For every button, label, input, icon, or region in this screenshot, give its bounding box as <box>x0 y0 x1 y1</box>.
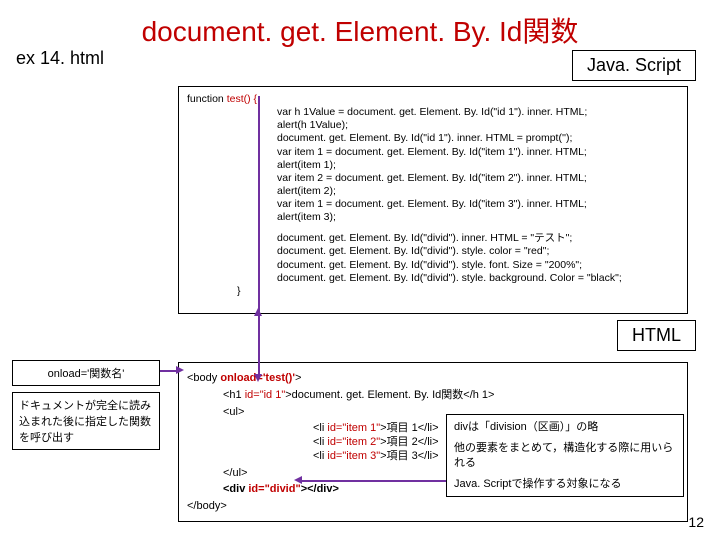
code-line: alert(item 3); <box>187 211 679 224</box>
arrow-head-icon <box>176 366 184 374</box>
code-text: } <box>187 285 241 297</box>
code-line: document. get. Element. By. Id("divid").… <box>187 259 679 272</box>
code-line: document. get. Element. By. Id("divid").… <box>187 245 679 258</box>
flow-arrow <box>160 370 162 372</box>
code-line: document. get. Element. By. Id("divid").… <box>187 232 679 245</box>
code-text: test() { <box>227 93 257 105</box>
flow-arrow <box>300 480 446 482</box>
filename-label: ex 14. html <box>16 48 104 69</box>
code-line: var h 1Value = document. get. Element. B… <box>187 106 679 119</box>
code-line: alert(item 1); <box>187 159 679 172</box>
code-line: var item 1 = document. get. Element. By.… <box>187 198 679 211</box>
code-line: <h1 id="id 1">document. get. Element. By… <box>187 389 679 403</box>
code-text: function <box>187 93 224 105</box>
code-line: document. get. Element. By. Id("id 1"). … <box>187 132 679 145</box>
note-line: Java. Scriptで操作する対象になる <box>454 477 676 492</box>
flow-arrow <box>258 314 260 364</box>
code-line: alert(item 2); <box>187 185 679 198</box>
javascript-label-box: Java. Script <box>572 50 696 81</box>
page-number: 12 <box>688 514 704 530</box>
arrow-head-icon <box>294 476 302 484</box>
onload-note-box: onload='関数名' <box>12 360 160 386</box>
note-line: divは「division（区画）」の略 <box>454 420 676 435</box>
slide-title: document. get. Element. By. Id関数 <box>12 10 708 50</box>
html-label-box: HTML <box>617 320 696 351</box>
code-line: var item 2 = document. get. Element. By.… <box>187 172 679 185</box>
arrow-head-icon <box>254 308 262 316</box>
note-line: 他の要素をまとめて，構造化する際に用いられる <box>454 441 676 471</box>
code-line: document. get. Element. By. Id("divid").… <box>187 272 679 285</box>
code-line: </body> <box>187 500 679 514</box>
onload-desc-box: ドキュメントが完全に読み込まれた後に指定した関数を呼び出す <box>12 392 160 450</box>
arrow-head-icon <box>254 374 262 382</box>
code-line: var item 1 = document. get. Element. By.… <box>187 146 679 159</box>
code-line: alert(h 1Value); <box>187 119 679 132</box>
javascript-code-box: function test() { var h 1Value = documen… <box>178 86 688 314</box>
div-note-box: divは「division（区画）」の略 他の要素をまとめて，構造化する際に用い… <box>446 414 684 497</box>
